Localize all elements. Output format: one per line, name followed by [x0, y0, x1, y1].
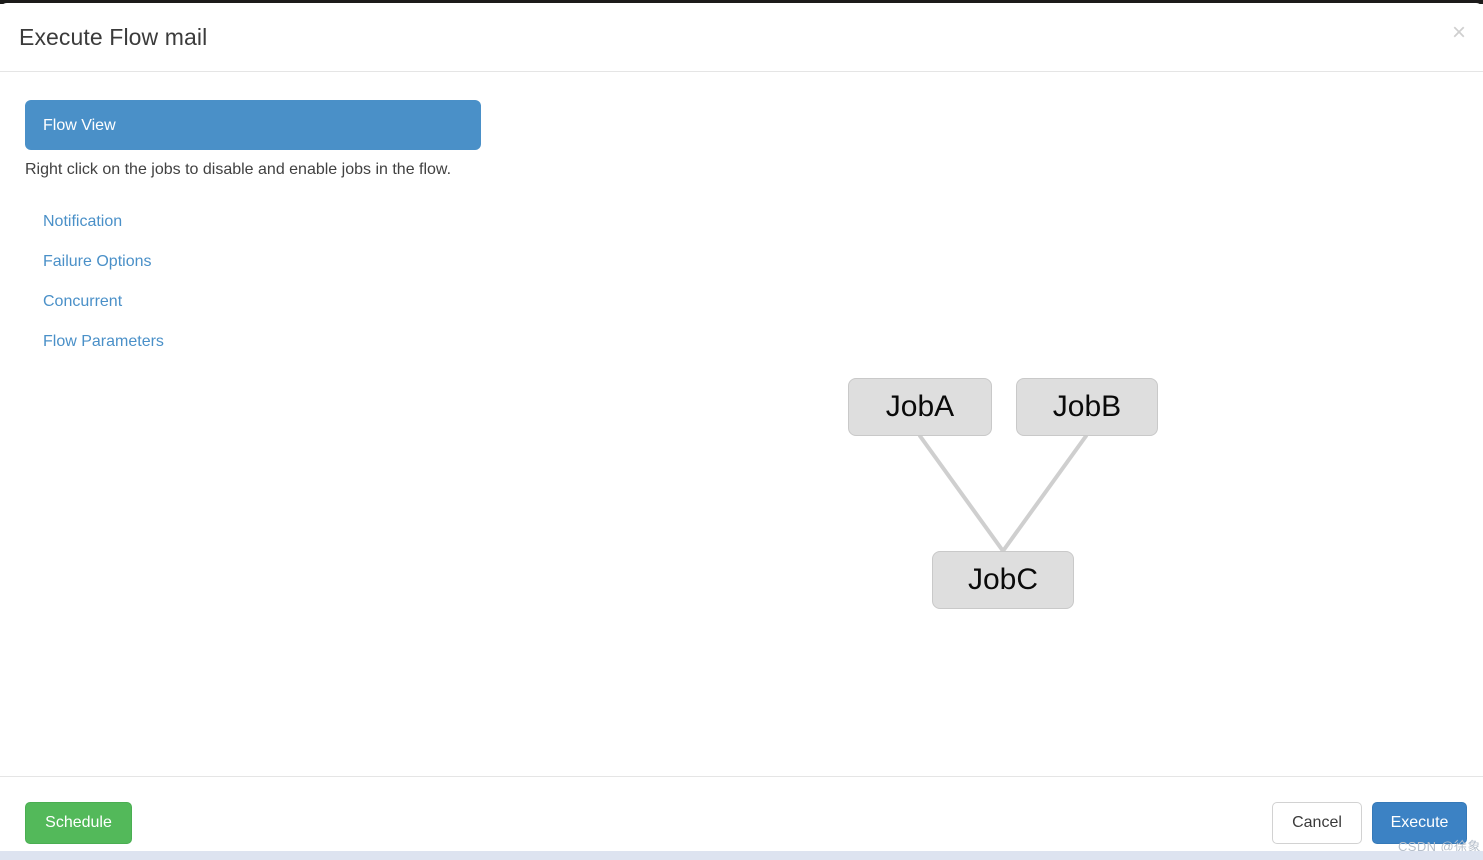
list-item: Concurrent — [25, 282, 481, 322]
modal-body: Flow View Right click on the jobs to dis… — [0, 73, 1483, 776]
flow-view-description: Right click on the jobs to disable and e… — [25, 161, 452, 178]
flow-edge — [1001, 434, 1088, 553]
list-item: Flow Parameters — [25, 322, 481, 362]
sidebar-item-concurrent[interactable]: Concurrent — [25, 282, 481, 322]
side-panel: Flow View Right click on the jobs to dis… — [25, 100, 481, 378]
modal-header: Execute Flow mail × — [0, 3, 1483, 72]
flow-node-label: JobB — [1052, 390, 1122, 423]
sidebar-item-notification[interactable]: Notification — [25, 202, 481, 242]
close-icon[interactable]: × — [1445, 19, 1473, 47]
flow-node-jobb[interactable]: JobB — [1016, 378, 1158, 436]
tab-flow-view[interactable]: Flow View — [25, 100, 481, 150]
list-item: Failure Options — [25, 242, 481, 282]
flow-node-label: JobA — [885, 390, 955, 423]
sidebar-item-failure-options[interactable]: Failure Options — [25, 242, 481, 282]
execute-button[interactable]: Execute — [1372, 802, 1467, 844]
sidebar-item-flow-parameters[interactable]: Flow Parameters — [25, 322, 481, 362]
page-title: Execute Flow mail — [19, 24, 208, 50]
flow-node-jobc[interactable]: JobC — [932, 551, 1074, 609]
cancel-button[interactable]: Cancel — [1272, 802, 1362, 844]
flow-graph-canvas[interactable]: JobA JobB JobC — [500, 73, 1483, 776]
schedule-button[interactable]: Schedule — [25, 802, 132, 844]
flow-node-joba[interactable]: JobA — [848, 378, 992, 436]
execute-flow-modal: Execute Flow mail × Flow View Right clic… — [0, 3, 1483, 851]
modal-footer: Schedule Cancel Execute — [0, 776, 1483, 851]
page-bottom-bar — [0, 851, 1483, 860]
list-item: Notification — [25, 202, 481, 242]
side-panel-links: Notification Failure Options Concurrent … — [25, 202, 481, 362]
flow-edge — [918, 434, 1005, 553]
flow-node-label: JobC — [967, 563, 1039, 596]
